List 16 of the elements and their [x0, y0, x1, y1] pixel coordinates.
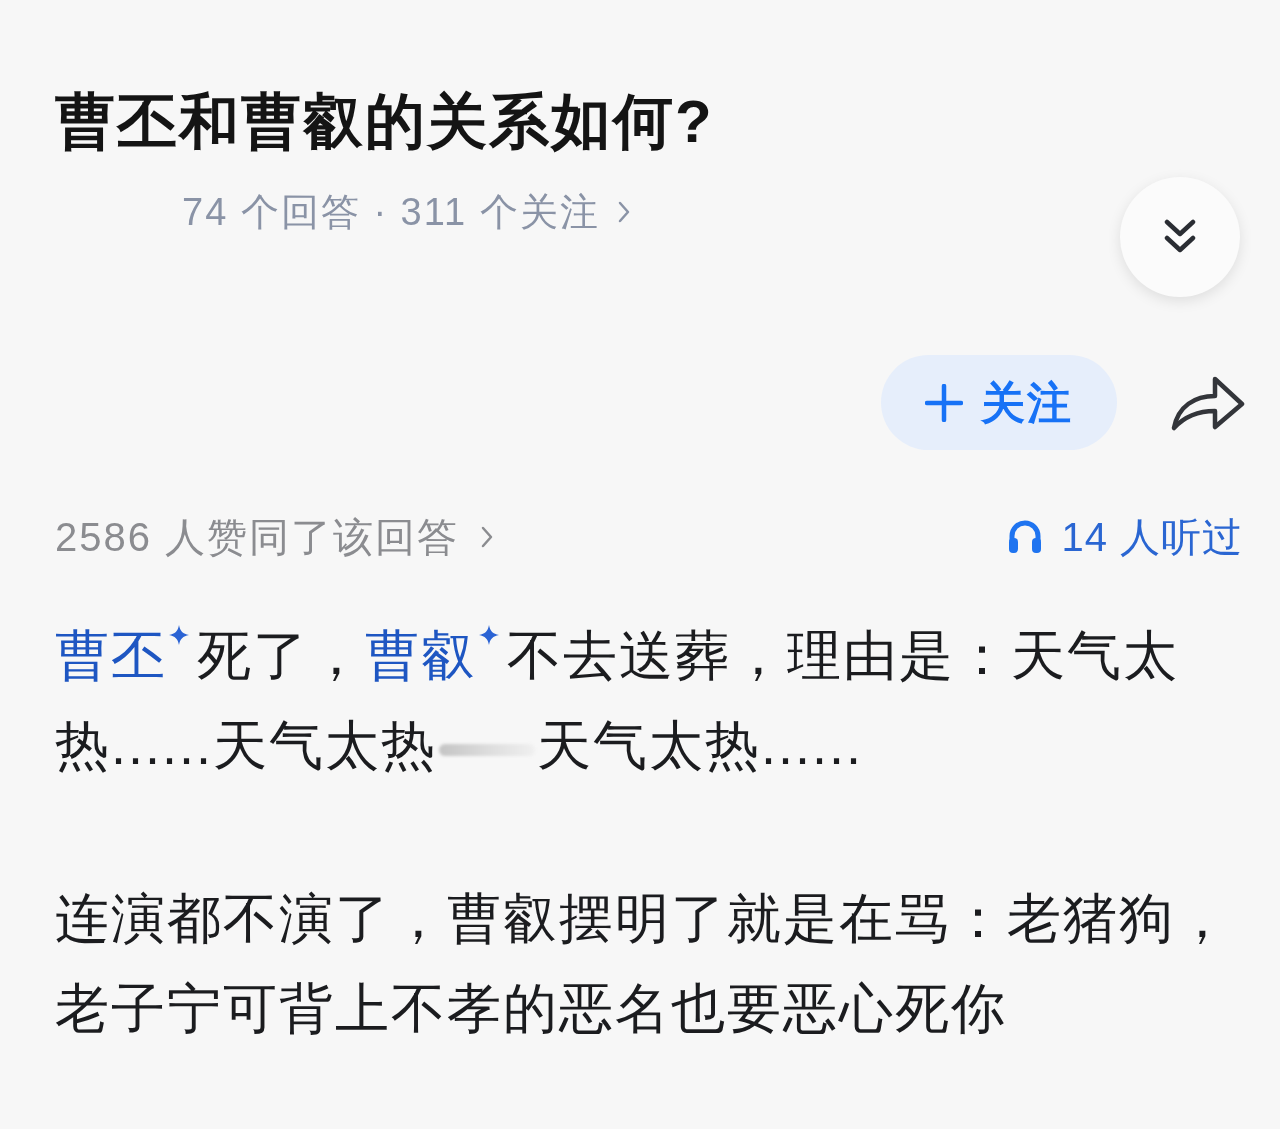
sparkle-icon [169, 625, 189, 645]
answer-paragraph: 曹丕 死了，曹叡 不去送葬，理由是：天气太热......天气太热 天气太热...... [55, 624, 1180, 777]
keyword-link[interactable]: 曹叡 [365, 625, 507, 685]
question-title: 曹丕和曹叡的关系如何? [55, 90, 714, 154]
plus-icon [925, 383, 963, 422]
listen-count-link[interactable]: 14 人听过 [1007, 515, 1243, 559]
upvote-count-link[interactable]: 2586 人赞同了该回答 [55, 515, 494, 559]
question-stats-link[interactable]: 74 个回答 · 311 个关注 [182, 190, 630, 234]
sparkle-icon [479, 625, 499, 645]
answer-paragraph: 连演都不演了，曹叡摆明了就是在骂：老猪狗，老子宁可背上不孝的恶名也要恶心死你 [55, 887, 1232, 1040]
keyword-link[interactable]: 曹丕 [55, 625, 197, 685]
chevron-right-icon [481, 526, 494, 548]
follow-button[interactable]: 关注 [881, 355, 1117, 450]
headphones-icon [1007, 519, 1044, 555]
double-chevron-down-icon [1164, 219, 1196, 255]
chevron-right-icon [617, 201, 630, 223]
